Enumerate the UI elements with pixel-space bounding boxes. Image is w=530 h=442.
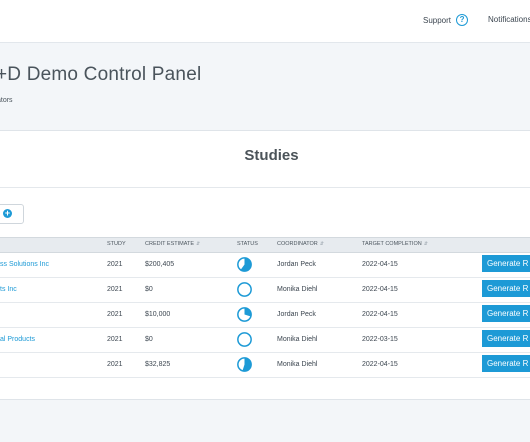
study-year: 2021	[107, 336, 123, 343]
sort-icon[interactable]: ⇵	[196, 241, 200, 247]
credit-estimate: $32,825	[145, 361, 171, 368]
studies-table: Study Credit Estimate ⇵ Status Coordinato…	[0, 237, 530, 378]
panel-title: Studies	[244, 147, 299, 164]
table-row: ss Solutions Inc 2021 $200,405 Jordan Peck 2…	[0, 253, 530, 278]
coordinator-name: Jordan Peck	[277, 261, 316, 268]
company-link[interactable]: ss Solutions Inc	[0, 261, 49, 268]
page-title: +D Demo Control Panel	[0, 64, 202, 85]
credit-estimate: $0	[145, 286, 153, 293]
top-bar: Support ? Notifications	[0, 0, 530, 43]
table-header: Study Credit Estimate ⇵ Status Coordinato…	[0, 237, 530, 253]
study-year: 2021	[107, 361, 123, 368]
study-year: 2021	[107, 261, 123, 268]
plus-icon: +	[3, 208, 12, 218]
generate-report-button[interactable]: Generate R	[482, 355, 530, 372]
column-label: Credit Estimate	[145, 241, 194, 247]
sub-navigation[interactable]: ators	[0, 97, 13, 104]
column-header-coordinator[interactable]: Coordinator ⇵	[277, 241, 324, 247]
column-header-study[interactable]: Study	[107, 241, 126, 247]
status-progress-icon	[237, 332, 252, 349]
target-completion-date: 2022-04-15	[362, 361, 398, 368]
column-header-credit-estimate[interactable]: Credit Estimate ⇵	[145, 241, 200, 247]
company-link[interactable]: ts Inc	[0, 286, 17, 293]
add-study-button[interactable]: +	[0, 204, 24, 224]
support-link[interactable]: Support ?	[423, 14, 469, 26]
coordinator-name: Monika Diehl	[277, 361, 318, 368]
status-progress-icon	[237, 282, 252, 299]
generate-report-button[interactable]: Generate R	[482, 280, 530, 297]
column-header-status[interactable]: Status	[237, 241, 258, 247]
coordinator-name: Monika Diehl	[277, 336, 318, 343]
column-header-target-completion[interactable]: Target Completion ⇵	[362, 241, 428, 247]
target-completion-date: 2022-04-15	[362, 286, 398, 293]
study-year: 2021	[107, 286, 123, 293]
company-link[interactable]: al Products	[0, 336, 35, 343]
study-year: 2021	[107, 311, 123, 318]
target-completion-date: 2022-04-15	[362, 261, 398, 268]
divider	[0, 187, 530, 188]
notifications-link[interactable]: Notifications	[488, 15, 530, 24]
credit-estimate: $0	[145, 336, 153, 343]
table-row: al Products 2021 $0 Monika Diehl 2022-03-15 G…	[0, 328, 530, 353]
credit-estimate: $200,405	[145, 261, 175, 268]
generate-report-button[interactable]: Generate R	[482, 330, 530, 347]
table-body: ss Solutions Inc 2021 $200,405 Jordan Peck 2…	[0, 253, 530, 378]
sort-icon[interactable]: ⇵	[424, 241, 428, 247]
coordinator-name: Monika Diehl	[277, 286, 318, 293]
generate-report-button[interactable]: Generate R	[482, 305, 530, 322]
column-label: Coordinator	[277, 241, 318, 247]
table-row: ts Inc 2021 $0 Monika Diehl 2022-04-15 Genera…	[0, 278, 530, 303]
status-progress-icon	[237, 307, 252, 324]
column-label: Target Completion	[362, 241, 422, 247]
studies-panel: Studies + Study Credit Estimate ⇵ Status …	[0, 130, 530, 400]
help-icon[interactable]: ?	[456, 14, 469, 26]
generate-report-button[interactable]: Generate R	[482, 255, 530, 272]
support-label: Support	[423, 15, 452, 25]
table-row: 2021 $32,825 Monika Diehl 2022-04-15 Generat…	[0, 353, 530, 378]
target-completion-date: 2022-03-15	[362, 336, 398, 343]
table-row: 2021 $10,000 Jordan Peck 2022-04-15 Generate…	[0, 303, 530, 328]
status-progress-icon	[237, 257, 252, 274]
target-completion-date: 2022-04-15	[362, 311, 398, 318]
sort-icon[interactable]: ⇵	[320, 241, 324, 247]
coordinator-name: Jordan Peck	[277, 311, 316, 318]
credit-estimate: $10,000	[145, 311, 171, 318]
status-progress-icon	[237, 357, 252, 374]
